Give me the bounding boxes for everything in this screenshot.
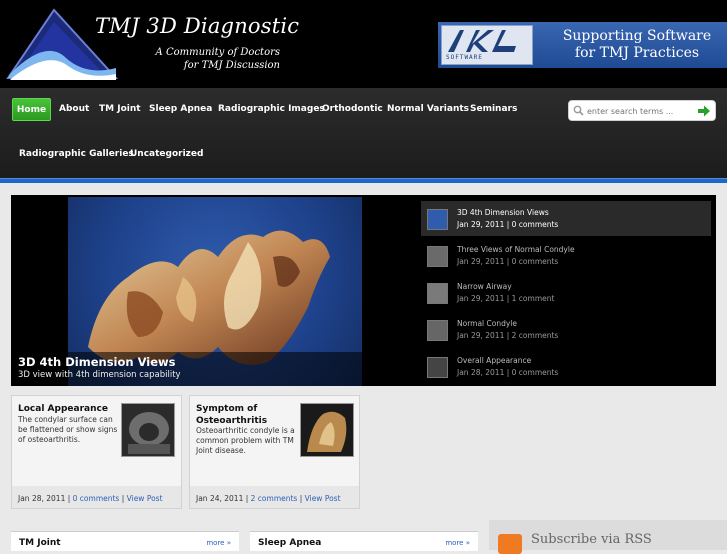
thumbnail-image bbox=[427, 246, 448, 267]
thumbnail-image bbox=[427, 209, 448, 230]
nav-divider bbox=[0, 178, 727, 183]
more-link[interactable]: more » bbox=[206, 539, 231, 547]
widget-tm-joint: TM Joint more » bbox=[11, 531, 239, 551]
slider-thumb-item[interactable]: Narrow Airway Jan 29, 2011 | 1 comment bbox=[421, 275, 711, 310]
thumb-title: 3D 4th Dimension Views bbox=[457, 208, 549, 217]
arrow-right-icon[interactable] bbox=[697, 104, 711, 118]
nav-sleep-apnea[interactable]: Sleep Apnea bbox=[149, 104, 212, 114]
post-card-body: Symptom of Osteoarthritis Osteoarthritic… bbox=[190, 396, 359, 486]
post-meta: Jan 24, 2011 | 2 comments | View Post bbox=[196, 494, 341, 503]
thumb-date: Jan 28, 2011 bbox=[457, 368, 505, 377]
thumb-title: Three Views of Normal Condyle bbox=[457, 245, 575, 254]
post-title[interactable]: Local Appearance bbox=[18, 403, 108, 415]
slider-thumb-item[interactable]: 3D 4th Dimension Views Jan 29, 2011 | 0 … bbox=[421, 201, 711, 236]
post-thumbnail[interactable] bbox=[300, 403, 354, 457]
rss-subscribe[interactable]: Subscribe via RSS bbox=[489, 520, 727, 554]
thumb-title: Overall Appearance bbox=[457, 356, 532, 365]
thumb-comments: 0 comments bbox=[511, 257, 559, 266]
widget-sleep-apnea: Sleep Apnea more » bbox=[250, 531, 478, 551]
excerpt-line: Joint disease. bbox=[196, 446, 246, 455]
thumb-comments: 1 comment bbox=[511, 294, 555, 303]
widget-title: Sleep Apnea bbox=[258, 538, 322, 548]
thumb-date: Jan 29, 2011 bbox=[457, 257, 505, 266]
nav-seminars[interactable]: Seminars bbox=[470, 104, 517, 114]
post-date: Jan 24, 2011 bbox=[196, 494, 244, 503]
slide-caption: 3D 4th Dimension Views 3D view with 4th … bbox=[11, 352, 362, 386]
slide-caption-title[interactable]: 3D 4th Dimension Views bbox=[18, 355, 176, 369]
post-meta: Jan 28, 2011 | 0 comments | View Post bbox=[18, 494, 163, 503]
featured-slider: 3D 4th Dimension Views 3D view with 4th … bbox=[11, 195, 716, 386]
thumb-meta: Jan 28, 2011 | 0 comments bbox=[457, 368, 559, 377]
post-thumbnail[interactable] bbox=[121, 403, 175, 457]
radiograph-thumbnail bbox=[122, 404, 174, 456]
post-title-line: Symptom of bbox=[196, 404, 258, 414]
rss-icon bbox=[498, 534, 522, 554]
thumbnail-image bbox=[427, 283, 448, 304]
thumbnail-image bbox=[427, 320, 448, 341]
excerpt-line: The condylar surface can bbox=[18, 415, 113, 424]
thumb-meta: Jan 29, 2011 | 0 comments bbox=[457, 220, 559, 229]
thumb-date: Jan 29, 2011 bbox=[457, 220, 505, 229]
widget-title: TM Joint bbox=[19, 538, 61, 548]
banner-line-2: for TMJ Practices bbox=[574, 45, 700, 61]
thumb-title: Narrow Airway bbox=[457, 282, 512, 291]
nav-uncategorized[interactable]: Uncategorized bbox=[130, 149, 203, 159]
nav-radiographic-galleries[interactable]: Radiographic Galleries bbox=[19, 149, 134, 159]
nav-tm-joint[interactable]: TM Joint bbox=[99, 104, 141, 114]
nav-normal-variants[interactable]: Normal Variants bbox=[387, 104, 469, 114]
post-comments-link[interactable]: 0 comments bbox=[73, 494, 120, 503]
thumbnail-image bbox=[427, 357, 448, 378]
radiograph-thumbnail bbox=[301, 404, 353, 456]
excerpt-line: Osteoarthritic condyle is a bbox=[196, 426, 295, 435]
excerpt-line: common problem with TM bbox=[196, 436, 294, 445]
more-link[interactable]: more » bbox=[445, 539, 470, 547]
nav-home[interactable]: Home bbox=[12, 98, 51, 121]
thumb-meta: Jan 29, 2011 | 0 comments bbox=[457, 257, 559, 266]
sponsor-logo-text: SOFTWARE bbox=[446, 54, 483, 61]
nav-about[interactable]: About bbox=[59, 104, 89, 114]
thumb-title: Normal Condyle bbox=[457, 319, 517, 328]
tagline-line-2: for TMJ Discussion bbox=[183, 60, 280, 71]
sponsor-banner[interactable]: SOFTWARE Supporting Software for TMJ Pra… bbox=[438, 22, 727, 68]
excerpt-line: of osteoarthritis. bbox=[18, 435, 81, 444]
post-comments-link[interactable]: 2 comments bbox=[251, 494, 298, 503]
slider-thumb-item[interactable]: Overall Appearance Jan 28, 2011 | 0 comm… bbox=[421, 349, 711, 384]
site-title[interactable]: TMJ 3D Diagnostic bbox=[95, 14, 299, 38]
view-post-link[interactable]: View Post bbox=[127, 494, 163, 503]
slider-thumbnail-list: 3D 4th Dimension Views Jan 29, 2011 | 0 … bbox=[421, 199, 711, 382]
post-card: Local Appearance The condylar surface ca… bbox=[11, 395, 182, 509]
site-header: TMJ 3D Diagnostic A Community of Doctors… bbox=[0, 0, 727, 88]
view-post-link[interactable]: View Post bbox=[305, 494, 341, 503]
post-date: Jan 28, 2011 bbox=[18, 494, 66, 503]
search-box bbox=[568, 100, 716, 121]
slide-caption-text: 3D view with 4th dimension capability bbox=[18, 370, 181, 380]
site-tagline: A Community of Doctors for TMJ Discussio… bbox=[150, 46, 280, 72]
slider-thumb-item[interactable]: Three Views of Normal Condyle Jan 29, 20… bbox=[421, 238, 711, 273]
post-card-body: Local Appearance The condylar surface ca… bbox=[12, 396, 181, 486]
post-title[interactable]: Symptom of Osteoarthritis bbox=[196, 403, 267, 427]
thumb-comments: 0 comments bbox=[511, 220, 559, 229]
sponsor-banner-text: Supporting Software for TMJ Practices bbox=[548, 28, 726, 62]
banner-line-1: Supporting Software bbox=[562, 28, 712, 44]
post-excerpt: Osteoarthritic condyle is a common probl… bbox=[196, 426, 295, 456]
thumb-date: Jan 29, 2011 bbox=[457, 294, 505, 303]
thumb-meta: Jan 29, 2011 | 2 comments bbox=[457, 331, 559, 340]
slider-thumb-item[interactable]: Normal Condyle Jan 29, 2011 | 2 comments bbox=[421, 312, 711, 347]
post-card: Symptom of Osteoarthritis Osteoarthritic… bbox=[189, 395, 360, 509]
thumb-date: Jan 29, 2011 bbox=[457, 331, 505, 340]
thumb-comments: 2 comments bbox=[511, 331, 559, 340]
main-nav: Home About TM Joint Sleep Apnea Radiogra… bbox=[0, 88, 727, 178]
excerpt-line: be flattened or show signs bbox=[18, 425, 118, 434]
search-input[interactable] bbox=[587, 104, 695, 118]
thumb-comments: 0 comments bbox=[511, 368, 559, 377]
sponsor-logo: SOFTWARE bbox=[441, 25, 533, 65]
post-excerpt: The condylar surface can be flattened or… bbox=[18, 415, 117, 445]
search-icon bbox=[573, 105, 584, 116]
nav-orthodontic[interactable]: Orthodontic bbox=[322, 104, 383, 114]
nav-radiographic-images[interactable]: Radiographic Images bbox=[218, 104, 325, 114]
tagline-line-1: A Community of Doctors bbox=[155, 47, 280, 58]
thumb-meta: Jan 29, 2011 | 1 comment bbox=[457, 294, 555, 303]
sponsor-logo-mark bbox=[448, 30, 516, 52]
